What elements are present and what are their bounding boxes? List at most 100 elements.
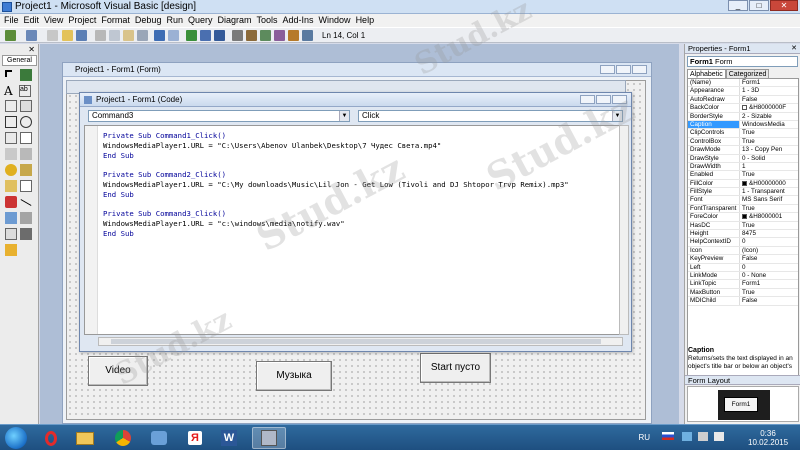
property-value[interactable]: Form1: [740, 280, 798, 287]
optionbutton-tool-icon[interactable]: [20, 116, 32, 128]
maximize-button[interactable]: □: [749, 0, 769, 11]
redo-icon[interactable]: [168, 30, 179, 41]
code-horizontal-scrollbar[interactable]: [98, 337, 623, 346]
dirlistbox-tool-icon[interactable]: [5, 180, 17, 192]
property-name[interactable]: ControlBox: [688, 137, 740, 146]
property-name[interactable]: BorderStyle: [688, 112, 740, 120]
menu-format[interactable]: Format: [101, 14, 130, 27]
line-tool-icon[interactable]: [20, 199, 32, 206]
scrollbar-thumb[interactable]: [111, 339, 601, 344]
chevron-down-icon[interactable]: ▼: [612, 111, 622, 121]
property-name[interactable]: LinkTopic: [688, 280, 740, 288]
menu-editor-icon[interactable]: [47, 30, 58, 41]
property-name-selected[interactable]: Caption: [688, 120, 740, 129]
property-value[interactable]: 0: [740, 238, 798, 245]
property-name[interactable]: LinkMode: [688, 271, 740, 280]
menu-run[interactable]: Run: [166, 14, 183, 27]
menu-help[interactable]: Help: [356, 14, 375, 27]
drivelistbox-tool-icon[interactable]: [20, 164, 32, 176]
property-value[interactable]: &H8000000F: [740, 104, 798, 111]
property-value[interactable]: &H00000000: [740, 180, 798, 187]
pointer-tool-icon[interactable]: [5, 70, 12, 77]
property-name[interactable]: (Name): [688, 79, 740, 87]
start-button-icon[interactable]: [5, 427, 27, 449]
property-value[interactable]: 8475: [740, 230, 798, 237]
chrome-icon[interactable]: [110, 427, 136, 449]
property-name[interactable]: DrawStyle: [688, 154, 740, 162]
property-value[interactable]: Form1: [740, 79, 798, 86]
property-name[interactable]: MDIChild: [688, 297, 740, 305]
hscrollbar-tool-icon[interactable]: [5, 148, 17, 160]
ole-tool-icon[interactable]: [5, 228, 17, 240]
label-tool-icon[interactable]: A: [4, 84, 16, 98]
procedure-combo[interactable]: Click ▼: [358, 110, 623, 122]
property-name[interactable]: Height: [688, 230, 740, 238]
property-name[interactable]: Icon: [688, 246, 740, 255]
properties-grid[interactable]: (Name) Form1 Appearance 1 - 3D AutoRedraw F…: [687, 78, 799, 380]
visual-basic-taskbar-icon[interactable]: [252, 427, 286, 449]
property-value[interactable]: 0 - Solid: [740, 155, 798, 162]
property-name[interactable]: AutoRedraw: [688, 95, 740, 104]
property-name[interactable]: ForeColor: [688, 213, 740, 221]
code-vertical-scrollbar[interactable]: [619, 125, 629, 335]
language-indicator[interactable]: RU: [638, 433, 650, 442]
image-tool-icon[interactable]: [5, 212, 17, 224]
property-name[interactable]: FillColor: [688, 179, 740, 188]
property-name[interactable]: BackColor: [688, 104, 740, 112]
start-button[interactable]: Start пусто: [420, 353, 491, 383]
property-name[interactable]: DrawMode: [688, 146, 740, 154]
property-value[interactable]: False: [740, 96, 798, 103]
russian-flag-icon[interactable]: [662, 432, 674, 440]
end-icon[interactable]: [214, 30, 225, 41]
property-value[interactable]: 13 - Copy Pen: [740, 146, 798, 153]
data-tool-icon[interactable]: [20, 212, 32, 224]
property-name[interactable]: HelpContextID: [688, 238, 740, 246]
properties-object-selector[interactable]: Form1 Form: [687, 56, 798, 67]
property-name[interactable]: MaxButton: [688, 288, 740, 297]
property-value[interactable]: MS Sans Serif: [740, 196, 798, 203]
shape-tool-icon[interactable]: [5, 196, 17, 208]
undo-icon[interactable]: [154, 30, 165, 41]
file-explorer-icon[interactable]: [72, 427, 98, 449]
object-combo[interactable]: Command3 ▼: [88, 110, 350, 122]
cut-icon[interactable]: [95, 30, 106, 41]
listbox-tool-icon[interactable]: [20, 132, 32, 144]
code-restore-button[interactable]: [596, 95, 611, 104]
add-form-icon[interactable]: [26, 30, 37, 41]
menu-query[interactable]: Query: [188, 14, 213, 27]
video-button[interactable]: Video: [88, 356, 148, 386]
add-project-icon[interactable]: [5, 30, 16, 41]
property-name[interactable]: FontTransparent: [688, 204, 740, 213]
timer-tool-icon[interactable]: [5, 164, 17, 176]
property-name[interactable]: HasDC: [688, 221, 740, 230]
property-value[interactable]: False: [740, 297, 798, 304]
object-browser-icon[interactable]: [274, 30, 285, 41]
minimize-button[interactable]: _: [728, 0, 748, 11]
code-close-button[interactable]: [612, 95, 627, 104]
vscrollbar-tool-icon[interactable]: [20, 148, 32, 160]
properties-close-icon[interactable]: ✕: [791, 44, 797, 54]
media-player-icon[interactable]: [146, 427, 172, 449]
designer-close-button[interactable]: [632, 65, 647, 74]
property-value[interactable]: 1 - Transparent: [740, 188, 798, 195]
property-name[interactable]: Left: [688, 263, 740, 271]
toolbox-tab-general[interactable]: General: [2, 55, 37, 66]
frame-tool-icon[interactable]: [5, 100, 17, 112]
form-layout-form[interactable]: Form1: [724, 397, 758, 412]
menu-edit[interactable]: Edit: [24, 14, 40, 27]
chevron-down-icon[interactable]: ▼: [339, 111, 349, 121]
property-value[interactable]: True: [740, 289, 798, 296]
menu-add-ins[interactable]: Add-Ins: [283, 14, 314, 27]
property-name[interactable]: DrawWidth: [688, 162, 740, 171]
menu-debug[interactable]: Debug: [135, 14, 162, 27]
start-icon[interactable]: [186, 30, 197, 41]
form-layout-icon[interactable]: [260, 30, 271, 41]
property-value[interactable]: (Icon): [740, 247, 798, 254]
code-minimize-button[interactable]: [580, 95, 595, 104]
menu-file[interactable]: File: [4, 14, 19, 27]
custom-control-icon[interactable]: [5, 244, 17, 256]
property-value[interactable]: 0 - None: [740, 272, 798, 279]
action-center-icon[interactable]: [682, 432, 692, 441]
find-icon[interactable]: [137, 30, 148, 41]
combobox-tool-icon[interactable]: [5, 132, 17, 144]
